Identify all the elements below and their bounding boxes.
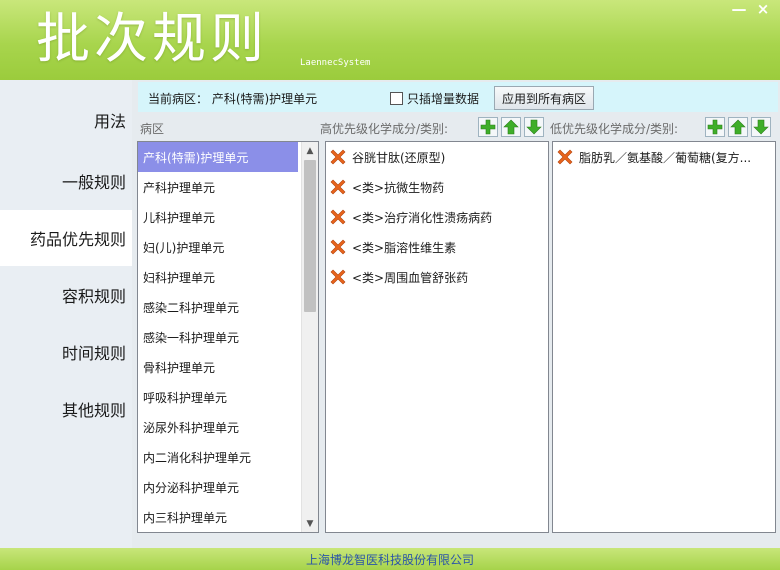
sidebar-item-drug-priority-rules[interactable]: 药品优先规则 xyxy=(0,210,132,266)
ward-list-item[interactable]: 产科(特需)护理单元 xyxy=(138,142,298,172)
app-subtitle: LaennecSystem xyxy=(300,58,371,68)
low-priority-list[interactable]: 脂肪乳／氨基酸／葡萄糖(复方... xyxy=(552,141,776,533)
close-button[interactable]: × xyxy=(752,0,774,18)
ward-list-item[interactable]: 内二消化科护理单元 xyxy=(138,442,298,472)
high-priority-list[interactable]: 谷胱甘肽(还原型) <类>抗微生物药 <类>治疗消化性溃疡病药 <类>脂溶性维生… xyxy=(325,141,549,533)
apply-to-all-wards-button[interactable]: 应用到所有病区 xyxy=(494,86,594,110)
current-ward-label: 当前病区： 产科(特需)护理单元 xyxy=(148,92,318,106)
sidebar-item-usage[interactable]: 用法 xyxy=(0,92,132,148)
app-title: 批次规则 xyxy=(36,7,268,70)
high-move-down-button[interactable] xyxy=(524,117,544,137)
high-move-up-button[interactable] xyxy=(501,117,521,137)
sidebar-item-general-rules[interactable]: 一般规则 xyxy=(0,153,132,209)
ward-list-item[interactable]: 儿科护理单元 xyxy=(138,202,298,232)
footer-bar: 上海博龙智医科技股份有限公司 xyxy=(0,548,780,570)
low-priority-item-label: 脂肪乳／氨基酸／葡萄糖(复方... xyxy=(579,150,752,165)
arrow-up-icon xyxy=(503,119,519,135)
ward-list-scrollbar[interactable]: ▲ ▼ xyxy=(301,142,318,532)
high-priority-item-label: <类>周围血管舒张药 xyxy=(352,270,469,285)
remove-x-icon[interactable] xyxy=(330,179,346,195)
high-priority-item-label: 谷胱甘肽(还原型) xyxy=(352,150,446,165)
high-add-button[interactable] xyxy=(478,117,498,137)
arrow-down-icon xyxy=(753,119,769,135)
plus-icon xyxy=(480,119,496,135)
low-priority-item[interactable]: 脂肪乳／氨基酸／葡萄糖(复方... xyxy=(553,142,775,172)
low-move-down-button[interactable] xyxy=(751,117,771,137)
low-move-up-button[interactable] xyxy=(728,117,748,137)
scroll-thumb[interactable] xyxy=(304,160,316,312)
plus-icon xyxy=(707,119,723,135)
ward-list[interactable]: 产科(特需)护理单元 产科护理单元 儿科护理单元 妇(儿)护理单元 妇科护理单元… xyxy=(137,141,319,533)
incremental-only-label: 只插增量数据 xyxy=(407,92,480,106)
ward-list-item[interactable]: 感染一科护理单元 xyxy=(138,322,298,352)
low-add-button[interactable] xyxy=(705,117,725,137)
incremental-only-checkbox[interactable] xyxy=(390,92,403,105)
minimize-button[interactable]: — xyxy=(728,0,750,18)
ward-list-item[interactable]: 内三科护理单元 xyxy=(138,502,298,532)
main-content: 当前病区： 产科(特需)护理单元 只插增量数据 应用到所有病区 病区 高优先级化… xyxy=(132,80,780,548)
high-priority-item-label: <类>抗微生物药 xyxy=(352,180,445,195)
remove-x-icon[interactable] xyxy=(330,209,346,225)
remove-x-icon[interactable] xyxy=(557,149,573,165)
ward-list-item[interactable]: 产科护理单元 xyxy=(138,172,298,202)
high-priority-item[interactable]: <类>抗微生物药 xyxy=(326,172,548,202)
ward-list-item[interactable]: 妇(儿)护理单元 xyxy=(138,232,298,262)
sidebar-item-time-rules[interactable]: 时间规则 xyxy=(0,324,132,380)
ward-list-item[interactable]: 妇科护理单元 xyxy=(138,262,298,292)
scroll-down-icon[interactable]: ▼ xyxy=(302,515,318,532)
incremental-only-option[interactable]: 只插增量数据 xyxy=(390,90,479,107)
sidebar-item-other-rules[interactable]: 其他规则 xyxy=(0,381,132,437)
sidebar-item-volume-rules[interactable]: 容积规则 xyxy=(0,267,132,323)
high-priority-item[interactable]: <类>治疗消化性溃疡病药 xyxy=(326,202,548,232)
arrow-up-icon xyxy=(730,119,746,135)
ward-list-item[interactable]: 骨科护理单元 xyxy=(138,352,298,382)
high-priority-item-label: <类>脂溶性维生素 xyxy=(352,240,457,255)
ward-column-label: 病区 xyxy=(140,122,165,136)
remove-x-icon[interactable] xyxy=(330,239,346,255)
ward-list-item[interactable]: 内分泌科护理单元 xyxy=(138,472,298,502)
scroll-up-icon[interactable]: ▲ xyxy=(302,142,318,159)
high-priority-item[interactable]: <类>脂溶性维生素 xyxy=(326,232,548,262)
high-priority-item-label: <类>治疗消化性溃疡病药 xyxy=(352,210,493,225)
sidebar-nav: 用法 一般规则 药品优先规则 容积规则 时间规则 其他规则 xyxy=(0,80,132,548)
high-priority-column-label: 高优先级化学成分/类别: xyxy=(320,122,449,136)
remove-x-icon[interactable] xyxy=(330,269,346,285)
arrow-down-icon xyxy=(526,119,542,135)
low-priority-column-label: 低优先级化学成分/类别: xyxy=(550,122,679,136)
company-name: 上海博龙智医科技股份有限公司 xyxy=(305,552,474,567)
ward-list-item[interactable]: 呼吸科护理单元 xyxy=(138,382,298,412)
remove-x-icon[interactable] xyxy=(330,149,346,165)
ward-list-item[interactable]: 感染二科护理单元 xyxy=(138,292,298,322)
ward-toolbar: 当前病区： 产科(特需)护理单元 只插增量数据 应用到所有病区 xyxy=(138,82,778,112)
high-priority-item[interactable]: <类>周围血管舒张药 xyxy=(326,262,548,292)
high-priority-item[interactable]: 谷胱甘肽(还原型) xyxy=(326,142,548,172)
title-bar: 批次规则 LaennecSystem — × xyxy=(0,0,780,80)
ward-list-item[interactable]: 泌尿外科护理单元 xyxy=(138,412,298,442)
